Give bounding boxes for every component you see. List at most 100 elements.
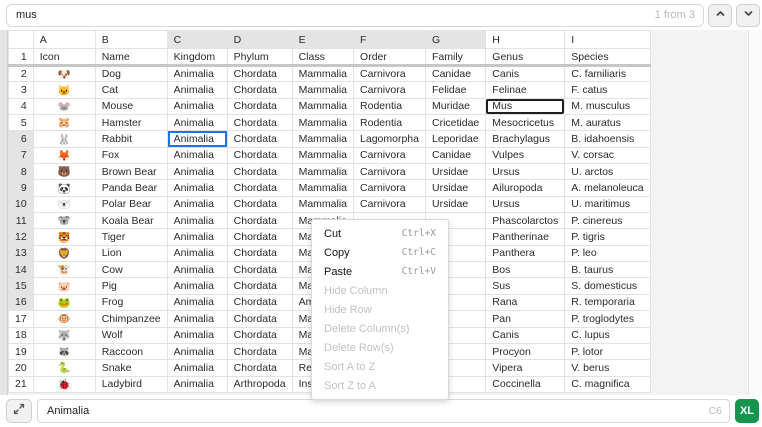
col-header-C[interactable]: C	[166, 30, 228, 49]
row-header-16[interactable]: 16	[8, 293, 34, 312]
row-header-11[interactable]: 11	[8, 212, 34, 230]
cell-D11[interactable]: Chordata	[226, 212, 293, 230]
cell-I4[interactable]: M. musculus	[564, 97, 651, 116]
row-header-4[interactable]: 4	[8, 97, 34, 116]
cell-B19[interactable]: Raccoon	[94, 342, 168, 361]
cell-A13[interactable]: 🦁	[32, 244, 96, 263]
cell-D3[interactable]: Chordata	[226, 81, 293, 99]
cell-G2[interactable]: Canidae	[424, 64, 487, 83]
cell-B12[interactable]: Tiger	[94, 228, 168, 246]
row-header-6[interactable]: 6	[8, 130, 34, 148]
cell-I9[interactable]: A. melanoleuca	[564, 179, 651, 197]
cell-H3[interactable]: Felinae	[485, 81, 566, 99]
cell-I15[interactable]: S. domesticus	[564, 277, 651, 295]
cell-C15[interactable]: Animalia	[166, 277, 228, 295]
cell-C11[interactable]: Animalia	[166, 212, 228, 230]
cell-H2[interactable]: Canis	[485, 64, 566, 83]
cell-A2[interactable]: 🐶	[32, 64, 96, 83]
cell-I20[interactable]: V. berus	[564, 359, 651, 377]
cell-D9[interactable]: Chordata	[226, 179, 293, 197]
menu-item-cut[interactable]: Cut Ctrl+X	[312, 224, 448, 243]
cell-E10[interactable]: Mammalia	[291, 195, 355, 214]
cell-I10[interactable]: U. maritimus	[564, 195, 651, 214]
col-header-I[interactable]: I	[564, 30, 651, 49]
cell-H6[interactable]: Brachylagus	[485, 130, 566, 148]
row-header-15[interactable]: 15	[8, 277, 34, 295]
cell-E2[interactable]: Mammalia	[291, 64, 355, 83]
row-header-21[interactable]: 21	[8, 375, 34, 393]
cell-I12[interactable]: P. tigris	[564, 228, 651, 246]
cell-B21[interactable]: Ladybird	[94, 375, 168, 393]
cell-H17[interactable]: Pan	[485, 310, 566, 328]
cell-E8[interactable]: Mammalia	[291, 163, 355, 181]
cell-B6[interactable]: Rabbit	[94, 130, 168, 148]
row-header-17[interactable]: 17	[8, 310, 34, 328]
cell-E9[interactable]: Mammalia	[291, 179, 355, 197]
cell-G8[interactable]: Ursidae	[424, 163, 487, 181]
cell-A16[interactable]: 🐸	[32, 293, 96, 312]
cell-C20[interactable]: Animalia	[166, 359, 228, 377]
cell-F1[interactable]: Order	[353, 48, 426, 67]
cell-D18[interactable]: Chordata	[226, 326, 293, 344]
cell-G3[interactable]: Felidae	[424, 81, 487, 99]
cell-A17[interactable]: 🐵	[32, 310, 96, 328]
cell-G5[interactable]: Cricetidae	[424, 114, 487, 132]
cell-H12[interactable]: Pantherinae	[485, 228, 566, 246]
cell-F2[interactable]: Carnivora	[353, 64, 426, 83]
cell-D15[interactable]: Chordata	[226, 277, 293, 295]
row-header-5[interactable]: 5	[8, 114, 34, 132]
cell-E3[interactable]: Mammalia	[291, 81, 355, 99]
cell-A3[interactable]: 🐱	[32, 81, 96, 99]
cell-H13[interactable]: Panthera	[485, 244, 566, 263]
col-header-H[interactable]: H	[485, 30, 566, 49]
cell-I3[interactable]: F. catus	[564, 81, 651, 99]
cell-E1[interactable]: Class	[291, 48, 355, 67]
cell-C10[interactable]: Animalia	[166, 195, 228, 214]
cell-B5[interactable]: Hamster	[94, 114, 168, 132]
cell-I16[interactable]: R. temporaria	[564, 293, 651, 312]
cell-I18[interactable]: C. lupus	[564, 326, 651, 344]
cell-C14[interactable]: Animalia	[166, 261, 228, 279]
cell-H10[interactable]: Ursus	[485, 195, 566, 214]
menu-item-paste[interactable]: Paste Ctrl+V	[312, 262, 448, 281]
cell-I1[interactable]: Species	[564, 48, 651, 67]
cell-G6[interactable]: Leporidae	[424, 130, 487, 148]
cell-C2[interactable]: Animalia	[166, 64, 228, 83]
cell-B2[interactable]: Dog	[94, 64, 168, 83]
cell-I21[interactable]: C. magnifica	[564, 375, 651, 393]
row-header-7[interactable]: 7	[8, 146, 34, 165]
cell-I7[interactable]: V. corsac	[564, 146, 651, 165]
cell-A6[interactable]: 🐰	[32, 130, 96, 148]
row-header-12[interactable]: 12	[8, 228, 34, 246]
cell-A18[interactable]: 🐺	[32, 326, 96, 344]
cell-D5[interactable]: Chordata	[226, 114, 293, 132]
cell-A7[interactable]: 🦊	[32, 146, 96, 165]
cell-H20[interactable]: Vipera	[485, 359, 566, 377]
cell-H7[interactable]: Vulpes	[485, 146, 566, 165]
cell-B1[interactable]: Name	[94, 48, 168, 67]
cell-D13[interactable]: Chordata	[226, 244, 293, 263]
cell-D21[interactable]: Arthropoda	[226, 375, 293, 393]
cell-C21[interactable]: Animalia	[166, 375, 228, 393]
cell-C6[interactable]: Animalia	[166, 130, 228, 148]
cell-I8[interactable]: U. arctos	[564, 163, 651, 181]
cell-H18[interactable]: Canis	[485, 326, 566, 344]
cell-F10[interactable]: Carnivora	[353, 195, 426, 214]
cell-B18[interactable]: Wolf	[94, 326, 168, 344]
row-header-19[interactable]: 19	[8, 342, 34, 361]
cell-I6[interactable]: B. idahoensis	[564, 130, 651, 148]
cell-D4[interactable]: Chordata	[226, 97, 293, 116]
cell-C17[interactable]: Animalia	[166, 310, 228, 328]
col-header-F[interactable]: F	[353, 30, 426, 49]
cell-D1[interactable]: Phylum	[226, 48, 293, 67]
col-header-G[interactable]: G	[424, 30, 487, 49]
cell-H15[interactable]: Sus	[485, 277, 566, 295]
expand-formula-bar-button[interactable]	[6, 399, 32, 423]
menu-item-copy[interactable]: Copy Ctrl+C	[312, 243, 448, 262]
cell-H1[interactable]: Genus	[485, 48, 566, 67]
cell-E5[interactable]: Mammalia	[291, 114, 355, 132]
cell-B13[interactable]: Lion	[94, 244, 168, 263]
cell-A8[interactable]: 🐻	[32, 163, 96, 181]
cell-B4[interactable]: Mouse	[94, 97, 168, 116]
cell-B14[interactable]: Cow	[94, 261, 168, 279]
